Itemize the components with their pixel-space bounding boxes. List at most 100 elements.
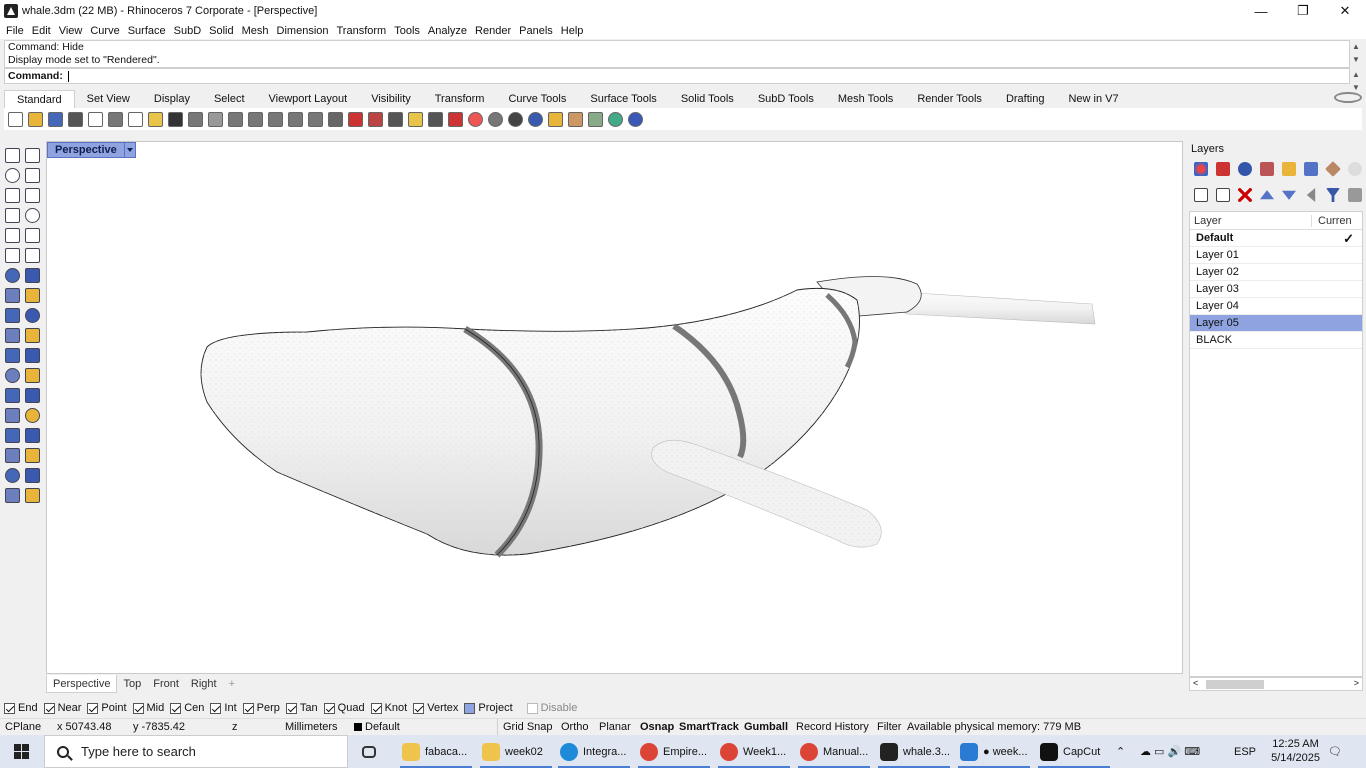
tab-perspective[interactable]: Perspective	[46, 675, 118, 693]
minimize-button[interactable]: —	[1240, 0, 1282, 22]
menu-panels[interactable]: Panels	[515, 25, 557, 37]
copy-icon[interactable]	[128, 111, 143, 127]
tab-visibility[interactable]: Visibility	[359, 90, 423, 108]
viewport-name[interactable]: Perspective	[48, 144, 124, 156]
osnap-tan[interactable]: Tan	[285, 702, 318, 714]
layer-row[interactable]: Layer 01	[1190, 247, 1362, 264]
tab-standard[interactable]: Standard	[4, 90, 75, 108]
taskbar-clock[interactable]: 12:25 AM 5/14/2025	[1271, 737, 1320, 765]
environment-icon[interactable]	[508, 111, 523, 127]
menu-view[interactable]: View	[55, 25, 87, 37]
tab-transform[interactable]: Transform	[423, 90, 497, 108]
grid-snap-toggle[interactable]: Grid Snap	[503, 721, 553, 733]
menu-tools[interactable]: Tools	[390, 25, 424, 37]
menu-help[interactable]: Help	[557, 25, 588, 37]
taskbar-app-4[interactable]: Empire...	[636, 735, 712, 768]
viewport-grid-icon[interactable]	[328, 111, 343, 127]
tab-drafting[interactable]: Drafting	[994, 90, 1057, 108]
menu-file[interactable]: File	[2, 25, 28, 37]
freeform-icon[interactable]	[25, 228, 40, 243]
menu-subd[interactable]: SubD	[170, 25, 206, 37]
rotate-view-icon[interactable]	[308, 111, 323, 127]
array-icon[interactable]	[25, 348, 40, 363]
curvature-icon[interactable]	[25, 428, 40, 443]
loft-icon[interactable]	[25, 248, 40, 263]
render-icon[interactable]	[528, 111, 543, 127]
layer-list-hscroll[interactable]: < >	[1189, 677, 1363, 691]
layer-row[interactable]: Layer 02	[1190, 264, 1362, 281]
osnap-knot[interactable]: Knot	[370, 702, 407, 714]
osnap-mid[interactable]: Mid	[132, 702, 164, 714]
join-icon[interactable]	[5, 388, 20, 403]
polyline-icon[interactable]	[5, 168, 20, 183]
tab-viewport-layout[interactable]: Viewport Layout	[257, 90, 360, 108]
taskbar-app-8[interactable]: ● week...	[956, 735, 1032, 768]
units-label[interactable]: Millimeters	[285, 721, 338, 733]
perspective-viewport[interactable]: Perspective	[46, 141, 1183, 674]
tab-curve-tools[interactable]: Curve Tools	[496, 90, 578, 108]
options-icon[interactable]	[25, 488, 40, 503]
viewport-menu-dropdown-icon[interactable]	[123, 143, 135, 157]
tab-render-tools[interactable]: Render Tools	[905, 90, 994, 108]
windows-start-icon[interactable]	[14, 744, 29, 759]
display-icon[interactable]	[1304, 162, 1318, 176]
boolean-icon[interactable]	[25, 288, 40, 303]
notifications-icon[interactable]: 🗨	[1328, 735, 1342, 768]
tab-new-in-v7[interactable]: New in V7	[1056, 90, 1130, 108]
analyze-icon[interactable]	[5, 428, 20, 443]
scroll-left-icon[interactable]: <	[1193, 678, 1198, 688]
command-line[interactable]: Command:	[4, 68, 1350, 84]
cplane-label[interactable]: CPlane	[5, 721, 41, 733]
tab-display[interactable]: Display	[142, 90, 202, 108]
text-icon[interactable]	[25, 328, 40, 343]
checkbox[interactable]	[323, 702, 335, 714]
checkbox[interactable]	[242, 702, 254, 714]
tray-chevron-icon[interactable]: ⌃	[1116, 735, 1125, 768]
light-tool-icon[interactable]	[25, 448, 40, 463]
lock2-icon[interactable]	[428, 111, 443, 127]
layer-row[interactable]: Layer 04	[1190, 298, 1362, 315]
taskbar-app-3[interactable]: Integra...	[556, 735, 632, 768]
layer-tool-icon[interactable]	[5, 488, 20, 503]
paste-icon[interactable]	[148, 111, 163, 127]
osnap-int[interactable]: Int	[210, 702, 237, 714]
taskbar-app-7[interactable]: whale.3...	[876, 735, 952, 768]
filter-toggle[interactable]: Filter	[877, 721, 901, 733]
snap-tool-icon[interactable]	[25, 468, 40, 483]
page-icon[interactable]	[1348, 188, 1362, 202]
explode-icon[interactable]	[25, 388, 40, 403]
grid-icon[interactable]	[588, 111, 603, 127]
layer-row-selected[interactable]: Layer 05	[1190, 315, 1362, 332]
column-layer[interactable]: Layer	[1190, 214, 1312, 227]
properties-icon[interactable]	[1194, 162, 1208, 176]
checkbox[interactable]	[43, 702, 55, 714]
cut-icon[interactable]	[108, 111, 123, 127]
input-language[interactable]: ESP	[1234, 735, 1256, 768]
ellipse-icon[interactable]	[5, 228, 20, 243]
group-icon[interactable]	[5, 408, 20, 423]
gumball-toggle[interactable]: Gumball	[744, 721, 788, 733]
scroll-right-icon[interactable]: >	[1354, 678, 1359, 688]
planar-toggle[interactable]: Planar	[599, 721, 631, 733]
menu-curve[interactable]: Curve	[86, 25, 123, 37]
transform-icon[interactable]	[5, 348, 20, 363]
menu-surface[interactable]: Surface	[124, 25, 170, 37]
checkbox[interactable]	[132, 702, 144, 714]
undo-icon[interactable]	[168, 111, 183, 127]
whale-model[interactable]	[47, 142, 1184, 675]
layers-tab-icon[interactable]	[1216, 162, 1230, 176]
new-icon[interactable]	[8, 111, 23, 127]
osnap-project[interactable]: Project	[464, 702, 513, 714]
taskbar-app-0[interactable]	[358, 735, 388, 768]
libraries-icon[interactable]	[1282, 162, 1296, 176]
tab-top[interactable]: Top	[117, 675, 147, 693]
move-down-icon[interactable]	[1282, 190, 1296, 200]
zoom-icon[interactable]	[228, 111, 243, 127]
fillet-icon[interactable]	[5, 308, 20, 323]
hide-icon[interactable]	[348, 111, 363, 127]
menu-solid[interactable]: Solid	[205, 25, 237, 37]
tab-right[interactable]: Right	[185, 675, 223, 693]
tab-solid-tools[interactable]: Solid Tools	[669, 90, 746, 108]
scroll-thumb[interactable]	[1206, 680, 1264, 689]
osnap-end[interactable]: End	[4, 702, 38, 714]
